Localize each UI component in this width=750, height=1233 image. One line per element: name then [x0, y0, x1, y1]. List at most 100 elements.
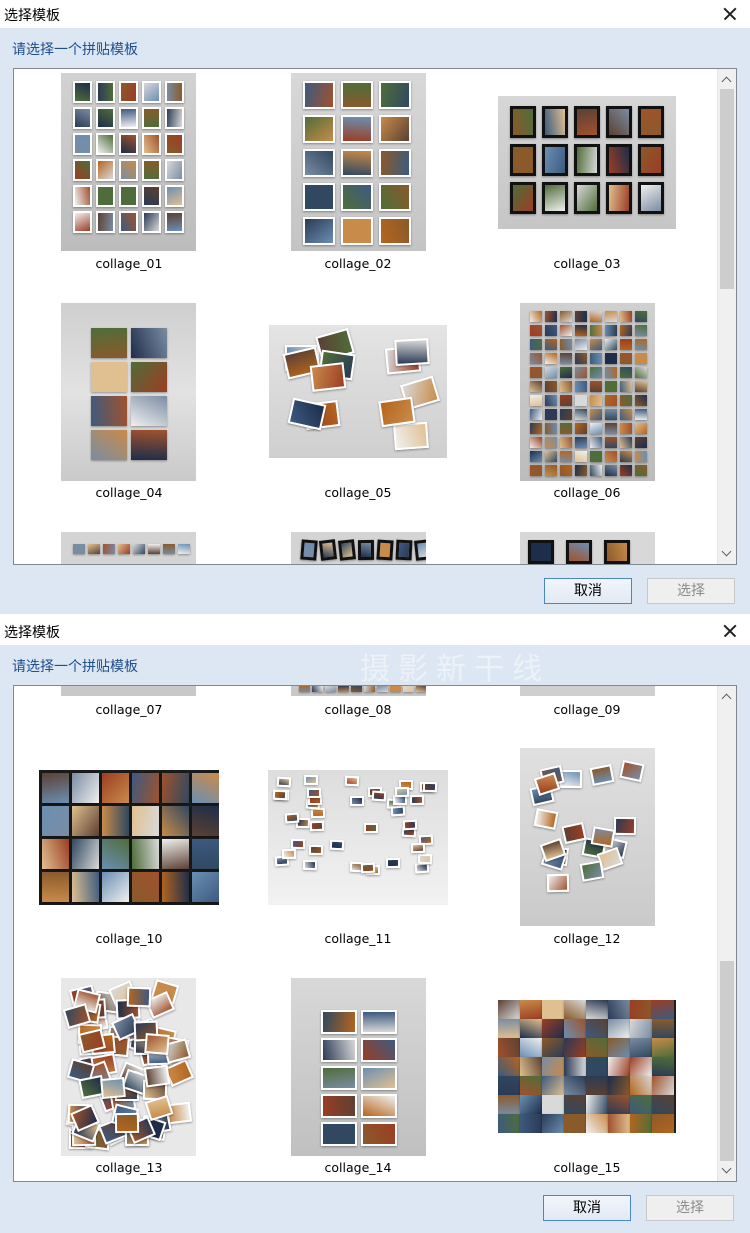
dialog-prompt: 请选择一个拼贴模板	[12, 659, 138, 675]
template-item-collage-08[interactable]: collage_08	[243, 686, 473, 721]
collage-photo	[423, 782, 438, 793]
collage-photo	[142, 81, 161, 103]
collage-photo	[533, 771, 560, 796]
chevron-up-icon[interactable]	[718, 688, 736, 705]
collage-photo	[560, 353, 572, 364]
collage-photo	[542, 1114, 564, 1133]
collage-photo	[338, 686, 349, 692]
collage-photo	[542, 1095, 564, 1114]
collage-photo	[605, 381, 617, 392]
collage-photo	[163, 544, 175, 554]
collage-photo	[590, 339, 602, 350]
template-item-collage-07[interactable]	[14, 529, 244, 564]
collage-photo	[303, 149, 335, 177]
template-dialog-top: 选择模板 请选择一个拼贴模板 collage_01 collage_02 col…	[0, 0, 750, 614]
template-name: collage_07	[95, 702, 163, 717]
template-item-collage-06[interactable]: collage_06	[472, 299, 702, 509]
collage-photo	[142, 133, 161, 155]
collage-photo	[635, 339, 647, 350]
collage-photo	[574, 144, 600, 176]
template-item-collage-04[interactable]: collage_04	[14, 299, 244, 509]
collage-photo	[530, 409, 542, 420]
collage-photo	[605, 367, 617, 378]
template-name: collage_10	[95, 931, 163, 946]
template-item-collage-15[interactable]: collage_15	[472, 976, 702, 1181]
collage-photo	[574, 182, 600, 214]
collage-photo	[126, 986, 152, 1008]
collage-photo	[530, 367, 542, 378]
collage-photo	[547, 873, 570, 893]
collage-photo	[630, 1019, 652, 1038]
collage-photo	[560, 339, 572, 350]
collage-photo	[394, 338, 431, 367]
collage-photo	[299, 686, 310, 692]
collage-photo	[530, 423, 542, 434]
template-thumbnail	[268, 770, 448, 905]
template-item-collage-03[interactable]: collage_03	[472, 69, 702, 279]
template-list[interactable]: collage_01 collage_02 collage_03 collage…	[13, 68, 737, 565]
collage-photo	[372, 790, 387, 802]
collage-photo	[131, 328, 167, 358]
collage-photo	[635, 367, 647, 378]
template-item-collage-08[interactable]	[243, 529, 473, 564]
template-thumbnail	[291, 532, 426, 564]
collage-photo	[605, 353, 617, 364]
collage-photo	[560, 367, 572, 378]
collage-photo	[361, 1010, 397, 1034]
close-icon[interactable]	[718, 2, 742, 26]
collage-photo	[132, 872, 159, 902]
template-item-collage-13[interactable]: collage_13	[14, 976, 244, 1181]
collage-photo	[162, 806, 189, 836]
select-button[interactable]: 选择	[647, 578, 735, 604]
chevron-down-icon[interactable]	[718, 1162, 736, 1179]
collage-photo	[96, 159, 115, 181]
collage-photo	[620, 465, 632, 476]
collage-photo	[103, 544, 115, 554]
collage-photo	[586, 1019, 608, 1038]
collage-photo	[498, 1076, 520, 1095]
collage-photo	[635, 451, 647, 462]
collage-photo	[361, 1066, 397, 1090]
vertical-scrollbar[interactable]	[717, 69, 736, 564]
chevron-up-icon[interactable]	[718, 71, 736, 88]
select-button[interactable]: 选择	[646, 1195, 734, 1221]
template-name: collage_04	[95, 485, 163, 500]
template-item-collage-09[interactable]: collage_09	[472, 686, 702, 721]
close-icon[interactable]	[718, 619, 742, 643]
collage-photo	[545, 367, 557, 378]
collage-photo	[309, 844, 324, 856]
template-item-collage-12[interactable]: collage_12	[472, 746, 702, 956]
template-item-collage-07[interactable]: collage_07	[14, 686, 244, 721]
template-item-collage-01[interactable]: collage_01	[14, 69, 244, 279]
template-item-collage-10[interactable]: collage_10	[14, 746, 244, 956]
cancel-button[interactable]: 取消	[544, 578, 632, 604]
scrollbar-thumb[interactable]	[720, 89, 734, 289]
collage-photo	[608, 1076, 630, 1095]
collage-photo	[620, 353, 632, 364]
cancel-button[interactable]: 取消	[543, 1195, 631, 1221]
template-thumbnail	[269, 325, 447, 458]
template-item-collage-09[interactable]	[472, 529, 702, 564]
template-item-collage-14[interactable]: collage_14	[243, 976, 473, 1181]
scrollbar-thumb[interactable]	[720, 961, 734, 1161]
template-list[interactable]: collage_07 collage_08 collage_09 collage…	[13, 685, 737, 1182]
collage-photo	[281, 849, 297, 860]
collage-photo	[635, 423, 647, 434]
collage-photo	[575, 353, 587, 364]
template-item-collage-02[interactable]: collage_02	[243, 69, 473, 279]
chevron-down-icon[interactable]	[718, 545, 736, 562]
collage-photo	[72, 872, 99, 902]
vertical-scrollbar[interactable]	[717, 686, 736, 1181]
collage-photo	[119, 159, 138, 181]
collage-photo	[635, 465, 647, 476]
collage-photo	[73, 544, 85, 554]
collage-photo	[608, 1114, 630, 1133]
template-item-collage-11[interactable]: collage_11	[243, 746, 473, 956]
template-name: collage_13	[95, 1160, 163, 1175]
collage-photo	[545, 395, 557, 406]
collage-photo	[590, 465, 602, 476]
collage-photo	[652, 1057, 674, 1076]
template-item-collage-05[interactable]: collage_05	[243, 299, 473, 509]
collage-photo	[586, 1095, 608, 1114]
template-thumbnail	[61, 978, 196, 1156]
